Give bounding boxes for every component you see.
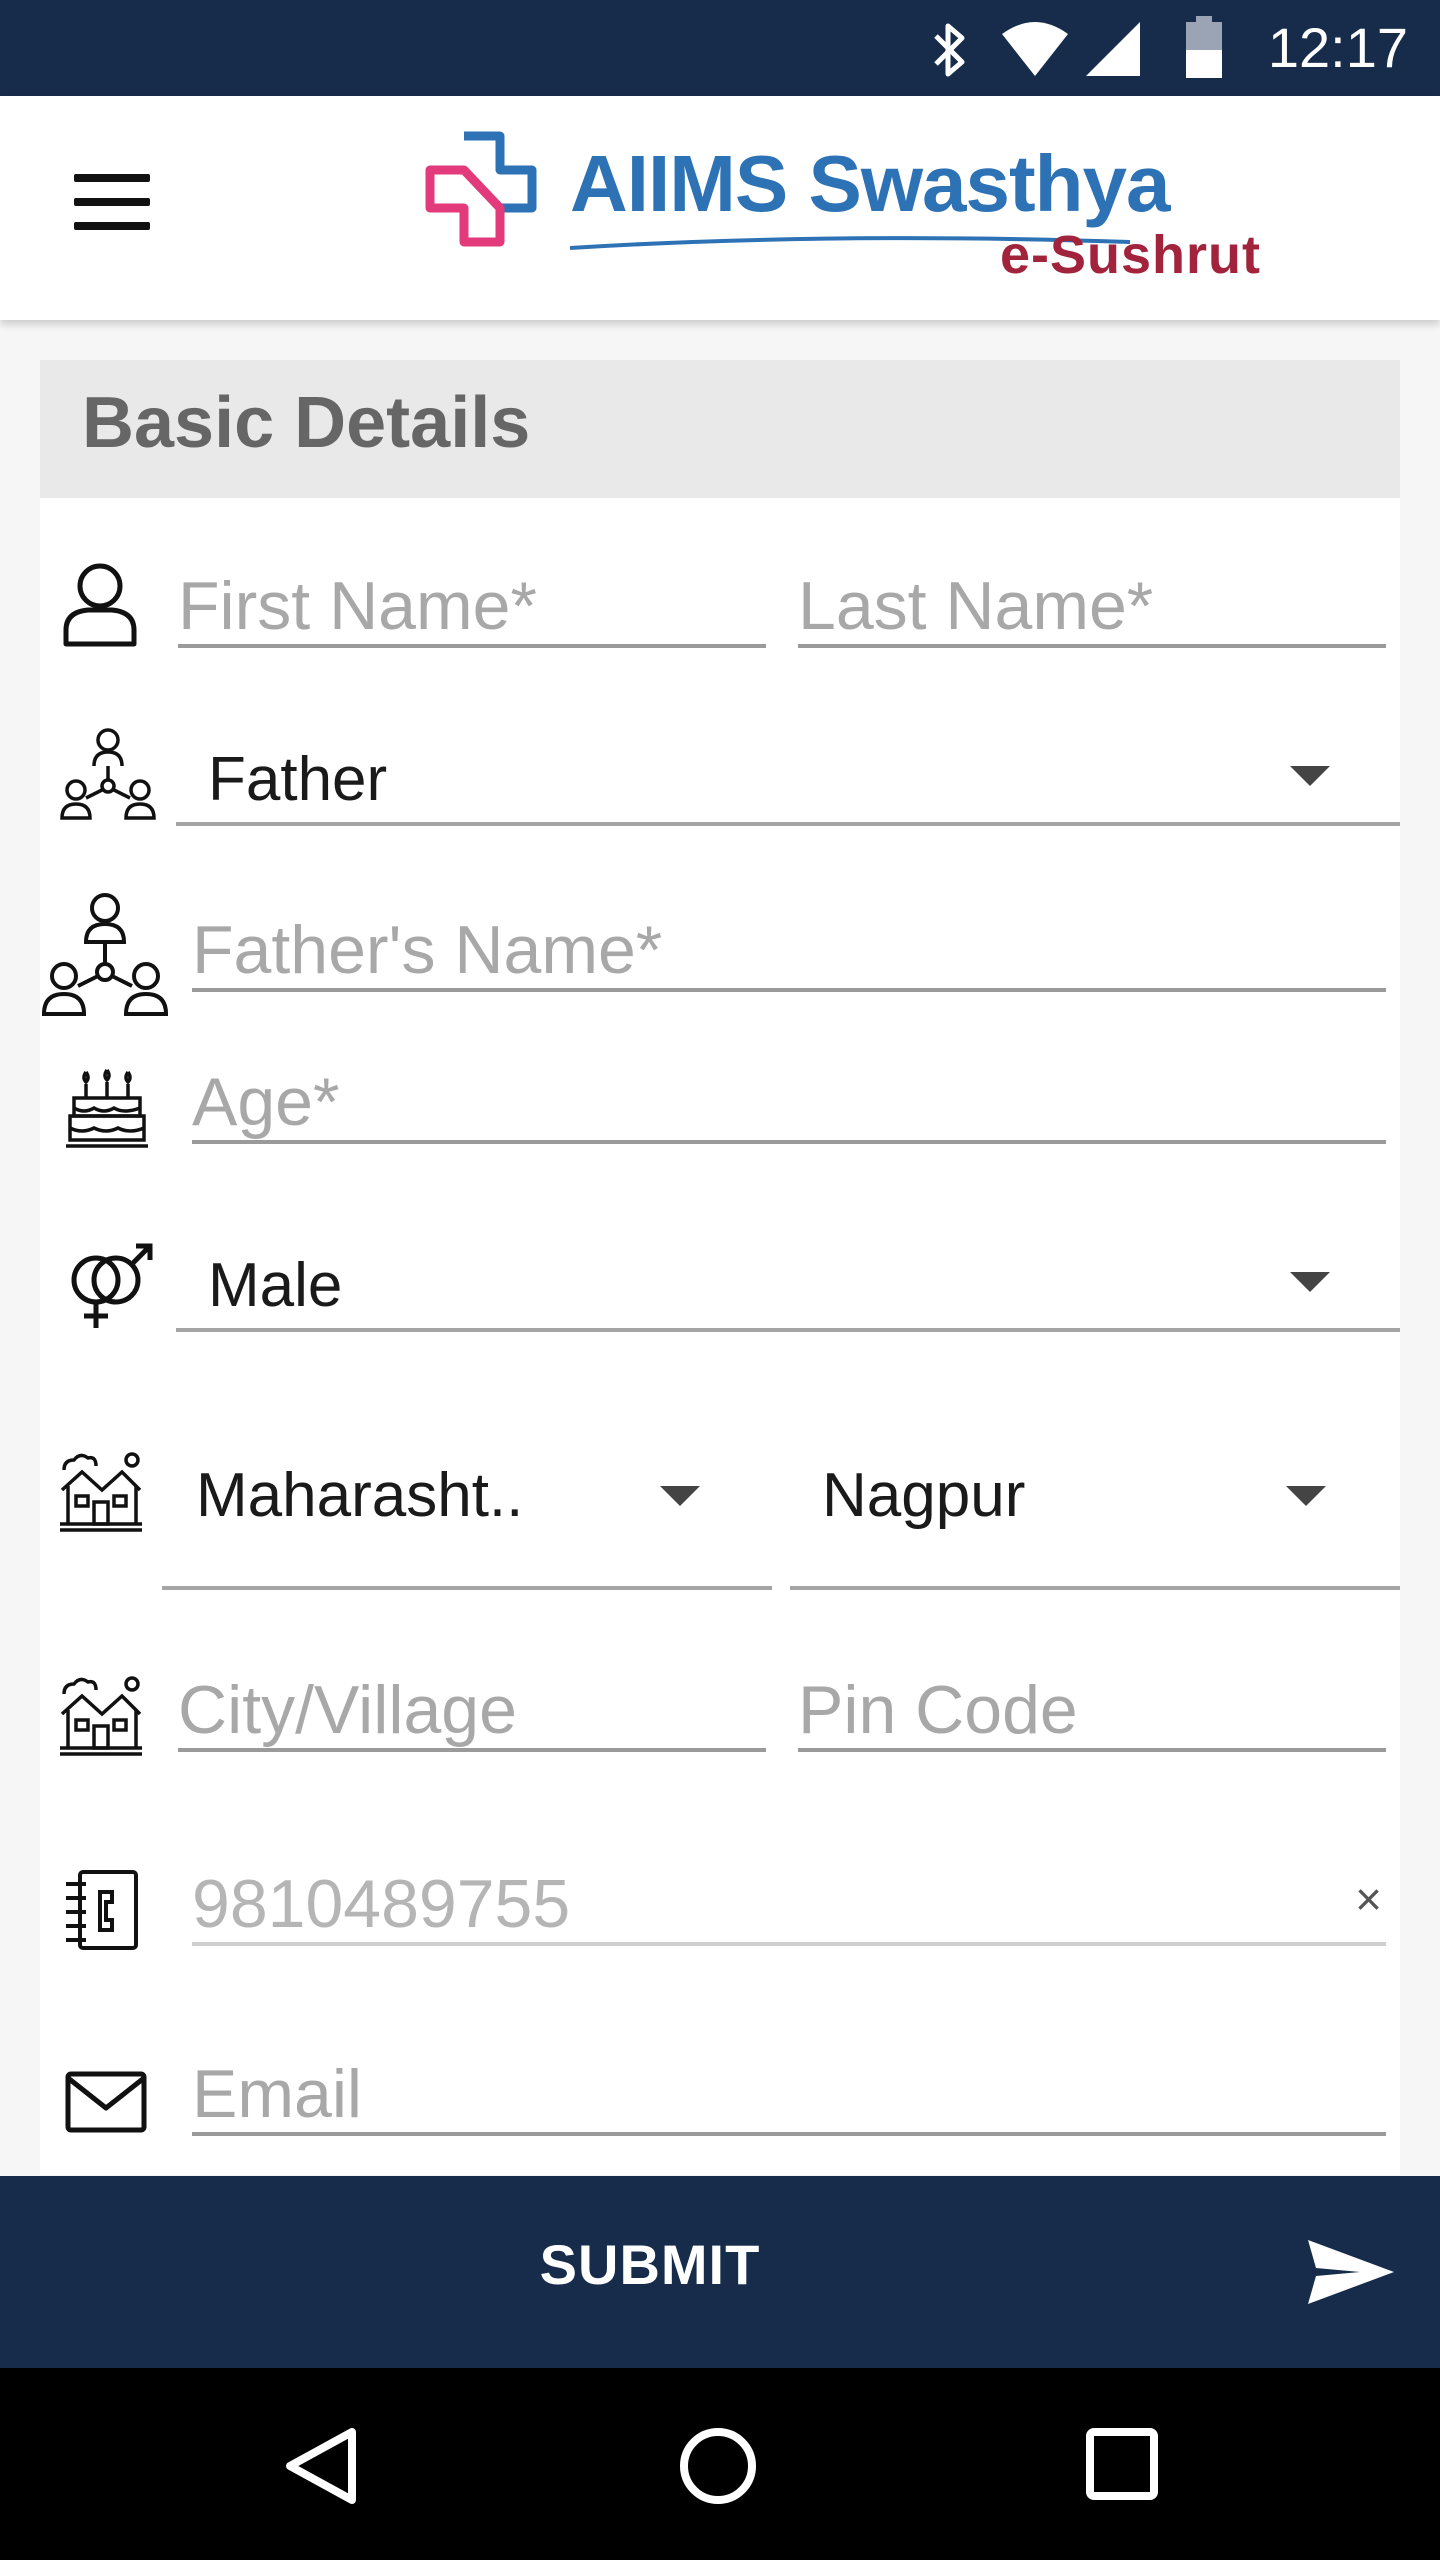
email-field[interactable]: Email bbox=[192, 2044, 1386, 2136]
email-placeholder: Email bbox=[192, 2056, 363, 2132]
hamburger-menu-icon[interactable] bbox=[56, 166, 168, 238]
submit-bar[interactable]: SUBMIT bbox=[0, 2176, 1440, 2368]
district-selected-value: Nagpur bbox=[822, 1461, 1026, 1530]
basic-details-card: Basic Details First Name* Last Name* Fat… bbox=[40, 360, 1400, 2175]
bluetooth-icon bbox=[934, 23, 965, 77]
mobile-number-value: 9810489755 bbox=[192, 1866, 571, 1942]
system-navigation-bar bbox=[0, 2368, 1440, 2560]
first-name-field[interactable]: First Name* bbox=[178, 560, 766, 648]
pin-code-field[interactable]: Pin Code bbox=[798, 1660, 1386, 1752]
fathers-name-field[interactable]: Father's Name* bbox=[192, 900, 1386, 992]
chevron-down-icon bbox=[1290, 766, 1330, 786]
wifi-icon bbox=[1002, 22, 1068, 76]
gender-selected-value: Male bbox=[208, 1251, 343, 1320]
email-icon bbox=[65, 2071, 147, 2133]
person-icon bbox=[63, 563, 137, 647]
gender-dropdown[interactable]: Male bbox=[176, 1232, 1400, 1332]
state-dropdown[interactable]: Maharasht.. bbox=[162, 1400, 772, 1590]
last-name-placeholder: Last Name* bbox=[798, 568, 1154, 644]
birthday-cake-icon bbox=[66, 1069, 148, 1148]
town-icon bbox=[60, 1676, 142, 1756]
phone-book-icon bbox=[66, 1870, 138, 1950]
fathers-name-placeholder: Father's Name* bbox=[192, 912, 663, 988]
chevron-down-icon bbox=[1286, 1486, 1326, 1506]
signal-icon bbox=[1086, 22, 1140, 76]
state-selected-value: Maharasht.. bbox=[196, 1461, 524, 1530]
city-village-placeholder: City/Village bbox=[178, 1672, 517, 1748]
pin-code-placeholder: Pin Code bbox=[798, 1672, 1078, 1748]
medical-cross-logo-icon bbox=[425, 131, 537, 247]
battery-icon bbox=[1186, 16, 1222, 78]
city-village-field[interactable]: City/Village bbox=[178, 1660, 766, 1752]
town-icon bbox=[60, 1452, 142, 1532]
section-header: Basic Details bbox=[40, 360, 1400, 498]
logo-sub-text: e-Sushrut bbox=[1000, 225, 1262, 285]
age-placeholder: Age* bbox=[192, 1064, 340, 1140]
clear-icon[interactable]: × bbox=[1355, 1876, 1382, 1922]
app-logo: AIIMS Swasthya e-Sushrut bbox=[400, 130, 1280, 290]
mobile-number-field[interactable]: 9810489755 × bbox=[192, 1854, 1386, 1946]
age-field[interactable]: Age* bbox=[192, 1052, 1386, 1144]
app-bar: AIIMS Swasthya e-Sushrut bbox=[0, 96, 1440, 320]
gender-icon bbox=[71, 1243, 153, 1328]
family-tree-icon bbox=[41, 893, 169, 1016]
district-dropdown[interactable]: Nagpur bbox=[790, 1400, 1400, 1590]
submit-button[interactable]: SUBMIT bbox=[0, 2232, 1300, 2297]
first-name-placeholder: First Name* bbox=[178, 568, 537, 644]
chevron-down-icon bbox=[1290, 1272, 1330, 1292]
section-title: Basic Details bbox=[82, 383, 531, 463]
logo-brand-text: AIIMS Swasthya bbox=[570, 139, 1171, 228]
recents-icon[interactable] bbox=[1084, 2426, 1160, 2502]
chevron-down-icon bbox=[660, 1486, 700, 1506]
family-relation-icon bbox=[60, 728, 156, 820]
home-icon[interactable] bbox=[676, 2424, 760, 2508]
relation-dropdown[interactable]: Father bbox=[176, 726, 1400, 826]
clock-time: 12:17 bbox=[1267, 16, 1408, 79]
last-name-field[interactable]: Last Name* bbox=[798, 560, 1386, 648]
status-bar: 12:17 bbox=[0, 0, 1440, 96]
relation-selected-value: Father bbox=[208, 745, 388, 814]
back-icon[interactable] bbox=[280, 2426, 364, 2506]
send-icon[interactable] bbox=[1306, 2236, 1396, 2308]
